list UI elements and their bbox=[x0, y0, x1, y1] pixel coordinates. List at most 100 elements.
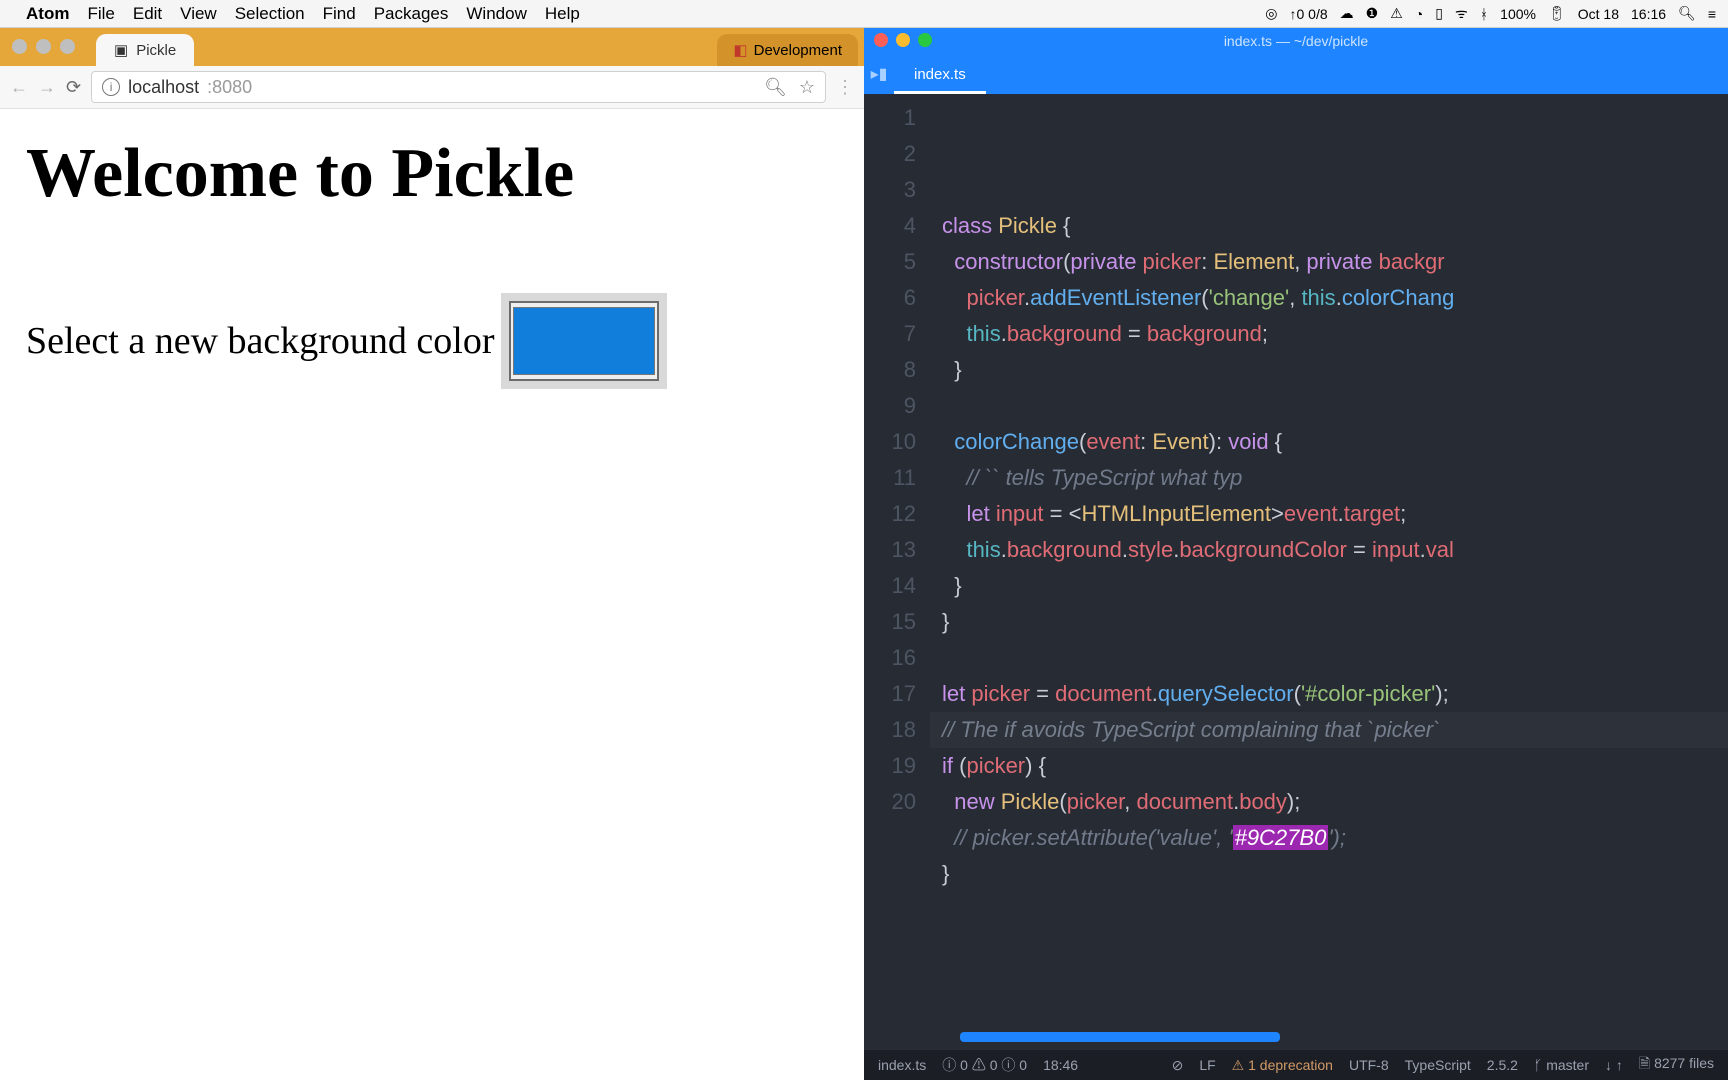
menu-packages[interactable]: Packages bbox=[374, 4, 449, 24]
zoom-icon[interactable]: 🔍︎ bbox=[764, 77, 787, 98]
code-line[interactable] bbox=[942, 892, 1728, 928]
code-line[interactable]: // `` tells TypeScript what typ bbox=[942, 460, 1728, 496]
code-line[interactable]: } bbox=[942, 352, 1728, 388]
status-lineending[interactable]: LF bbox=[1199, 1057, 1215, 1073]
status-files[interactable]: 🗎 8277 files bbox=[1639, 1053, 1714, 1077]
status-deprecation[interactable]: ⚠ 1 deprecation bbox=[1232, 1057, 1333, 1074]
code-line[interactable]: class Pickle { bbox=[942, 208, 1728, 244]
browser-tab-active[interactable]: ▣ Pickle bbox=[96, 34, 194, 66]
forward-button[interactable]: → bbox=[38, 77, 56, 98]
url-port: :8080 bbox=[207, 77, 252, 98]
menubar-app-name[interactable]: Atom bbox=[26, 4, 69, 24]
chrome-menu-icon[interactable]: ⋮ bbox=[836, 77, 854, 98]
wifi-icon[interactable]: ᯤ bbox=[1455, 4, 1468, 23]
code-line[interactable]: new Pickle(picker, document.body); bbox=[942, 784, 1728, 820]
code-line[interactable]: // picker.setAttribute('value', '#9C27B0… bbox=[942, 820, 1728, 856]
url-host: localhost bbox=[128, 77, 199, 98]
line-number: 19 bbox=[864, 748, 916, 784]
line-number: 11 bbox=[864, 460, 916, 496]
close-dot-icon[interactable] bbox=[12, 39, 27, 54]
horizontal-scrollbar[interactable] bbox=[960, 1032, 1280, 1042]
code-line[interactable]: } bbox=[942, 856, 1728, 892]
code-line[interactable] bbox=[942, 388, 1728, 424]
editor-tabbar: ▸▮ index.ts bbox=[864, 54, 1728, 94]
code-line[interactable]: this.background.style.backgroundColor = … bbox=[942, 532, 1728, 568]
browser-tab-background[interactable]: Development bbox=[717, 34, 858, 66]
code-line[interactable]: let picker = document.querySelector('#co… bbox=[942, 676, 1728, 712]
menu-find[interactable]: Find bbox=[323, 4, 356, 24]
status-language[interactable]: TypeScript bbox=[1405, 1057, 1471, 1073]
code-line[interactable]: let input = <HTMLInputElement>event.targ… bbox=[942, 496, 1728, 532]
siri-icon[interactable]: ◎ bbox=[1265, 5, 1277, 22]
clock-icon[interactable]: ◔ bbox=[1415, 6, 1423, 22]
code-line[interactable]: constructor(private picker: Element, pri… bbox=[942, 244, 1728, 280]
line-number: 18 bbox=[864, 712, 916, 748]
warn-icon[interactable]: ⚠︎ bbox=[1390, 5, 1403, 22]
page-body: Welcome to Pickle Select a new backgroun… bbox=[0, 109, 864, 1080]
code-line[interactable]: picker.addEventListener('change', this.c… bbox=[942, 280, 1728, 316]
menu-selection[interactable]: Selection bbox=[235, 4, 305, 24]
spotlight-icon[interactable]: 🔍︎ bbox=[1678, 5, 1696, 22]
editor-window: index.ts — ~/dev/pickle ▸▮ index.ts 1234… bbox=[864, 28, 1728, 1080]
color-picker-input[interactable] bbox=[509, 301, 659, 381]
menu-edit[interactable]: Edit bbox=[133, 4, 162, 24]
minimize-dot-icon[interactable] bbox=[896, 33, 910, 47]
address-bar[interactable]: i localhost :8080 🔍︎ ☆ bbox=[91, 71, 826, 103]
line-number: 15 bbox=[864, 604, 916, 640]
bluetooth-icon[interactable]: ᚼ bbox=[1480, 6, 1488, 22]
code-line[interactable]: colorChange(event: Event): void { bbox=[942, 424, 1728, 460]
status-updown: ↑0 0/8 bbox=[1290, 6, 1328, 22]
tree-toggle-icon[interactable]: ▸▮ bbox=[864, 54, 894, 94]
battery-icon[interactable]: 🔋︎ bbox=[1548, 5, 1566, 22]
editor-titlebar: index.ts — ~/dev/pickle bbox=[864, 28, 1728, 54]
code-line[interactable]: } bbox=[942, 604, 1728, 640]
line-number: 16 bbox=[864, 640, 916, 676]
close-dot-icon[interactable] bbox=[874, 33, 888, 47]
status-lf-icon[interactable]: ⊘ bbox=[1172, 1057, 1184, 1074]
editor-traffic-lights bbox=[874, 33, 932, 47]
line-number: 10 bbox=[864, 424, 916, 460]
status-encoding[interactable]: UTF-8 bbox=[1349, 1057, 1389, 1073]
status-cursor[interactable]: 18:46 bbox=[1043, 1057, 1078, 1073]
line-number: 12 bbox=[864, 496, 916, 532]
zoom-dot-icon[interactable] bbox=[918, 33, 932, 47]
line-number: 13 bbox=[864, 532, 916, 568]
status-git-branch[interactable]: ᚶ master bbox=[1534, 1057, 1589, 1073]
cloud-icon[interactable]: ☁︎ bbox=[1340, 5, 1354, 22]
zoom-dot-icon[interactable] bbox=[60, 39, 75, 54]
line-number: 6 bbox=[864, 280, 916, 316]
reload-button[interactable]: ⟳ bbox=[66, 77, 81, 98]
line-number: 20 bbox=[864, 784, 916, 820]
status-git-updown[interactable]: ↓ ↑ bbox=[1605, 1057, 1623, 1073]
line-number: 1 bbox=[864, 100, 916, 136]
hamburger-icon[interactable]: ≡ bbox=[1708, 6, 1716, 22]
line-number: 4 bbox=[864, 208, 916, 244]
minimize-dot-icon[interactable] bbox=[36, 39, 51, 54]
editor-tab-active[interactable]: index.ts bbox=[894, 54, 986, 94]
code-area[interactable]: class Pickle { constructor(private picke… bbox=[930, 94, 1728, 1050]
status-file[interactable]: index.ts bbox=[878, 1057, 926, 1073]
code-editor[interactable]: 1234567891011121314151617181920 class Pi… bbox=[864, 94, 1728, 1050]
menu-file[interactable]: File bbox=[87, 4, 114, 24]
line-number: 5 bbox=[864, 244, 916, 280]
browser-traffic-lights bbox=[12, 39, 75, 54]
browser-toolbar: ← → ⟳ i localhost :8080 🔍︎ ☆ ⋮ bbox=[0, 66, 864, 109]
menu-help[interactable]: Help bbox=[545, 4, 580, 24]
menu-window[interactable]: Window bbox=[466, 4, 526, 24]
bookmark-icon[interactable]: ☆ bbox=[799, 77, 815, 98]
status-issues[interactable]: ⓘ 0 ⚠ 0 ⓘ 0 bbox=[942, 1055, 1027, 1075]
menu-view[interactable]: View bbox=[180, 4, 217, 24]
editor-statusbar: index.ts ⓘ 0 ⚠ 0 ⓘ 0 18:46 ⊘ LF ⚠ 1 depr… bbox=[864, 1050, 1728, 1080]
code-line[interactable]: if (picker) { bbox=[942, 748, 1728, 784]
line-number: 2 bbox=[864, 136, 916, 172]
battery-indicator-icon[interactable]: ▯ bbox=[1435, 5, 1443, 22]
code-line[interactable] bbox=[942, 640, 1728, 676]
code-line[interactable]: this.background = background; bbox=[942, 316, 1728, 352]
site-info-icon[interactable]: i bbox=[102, 78, 120, 96]
macos-menubar: Atom File Edit View Selection Find Packa… bbox=[0, 0, 1728, 28]
status-ts-version[interactable]: 2.5.2 bbox=[1487, 1057, 1518, 1073]
line-number-gutter: 1234567891011121314151617181920 bbox=[864, 94, 930, 1050]
back-button[interactable]: ← bbox=[10, 77, 28, 98]
sync-icon[interactable]: ❶ bbox=[1366, 5, 1379, 22]
code-line[interactable]: } bbox=[942, 568, 1728, 604]
